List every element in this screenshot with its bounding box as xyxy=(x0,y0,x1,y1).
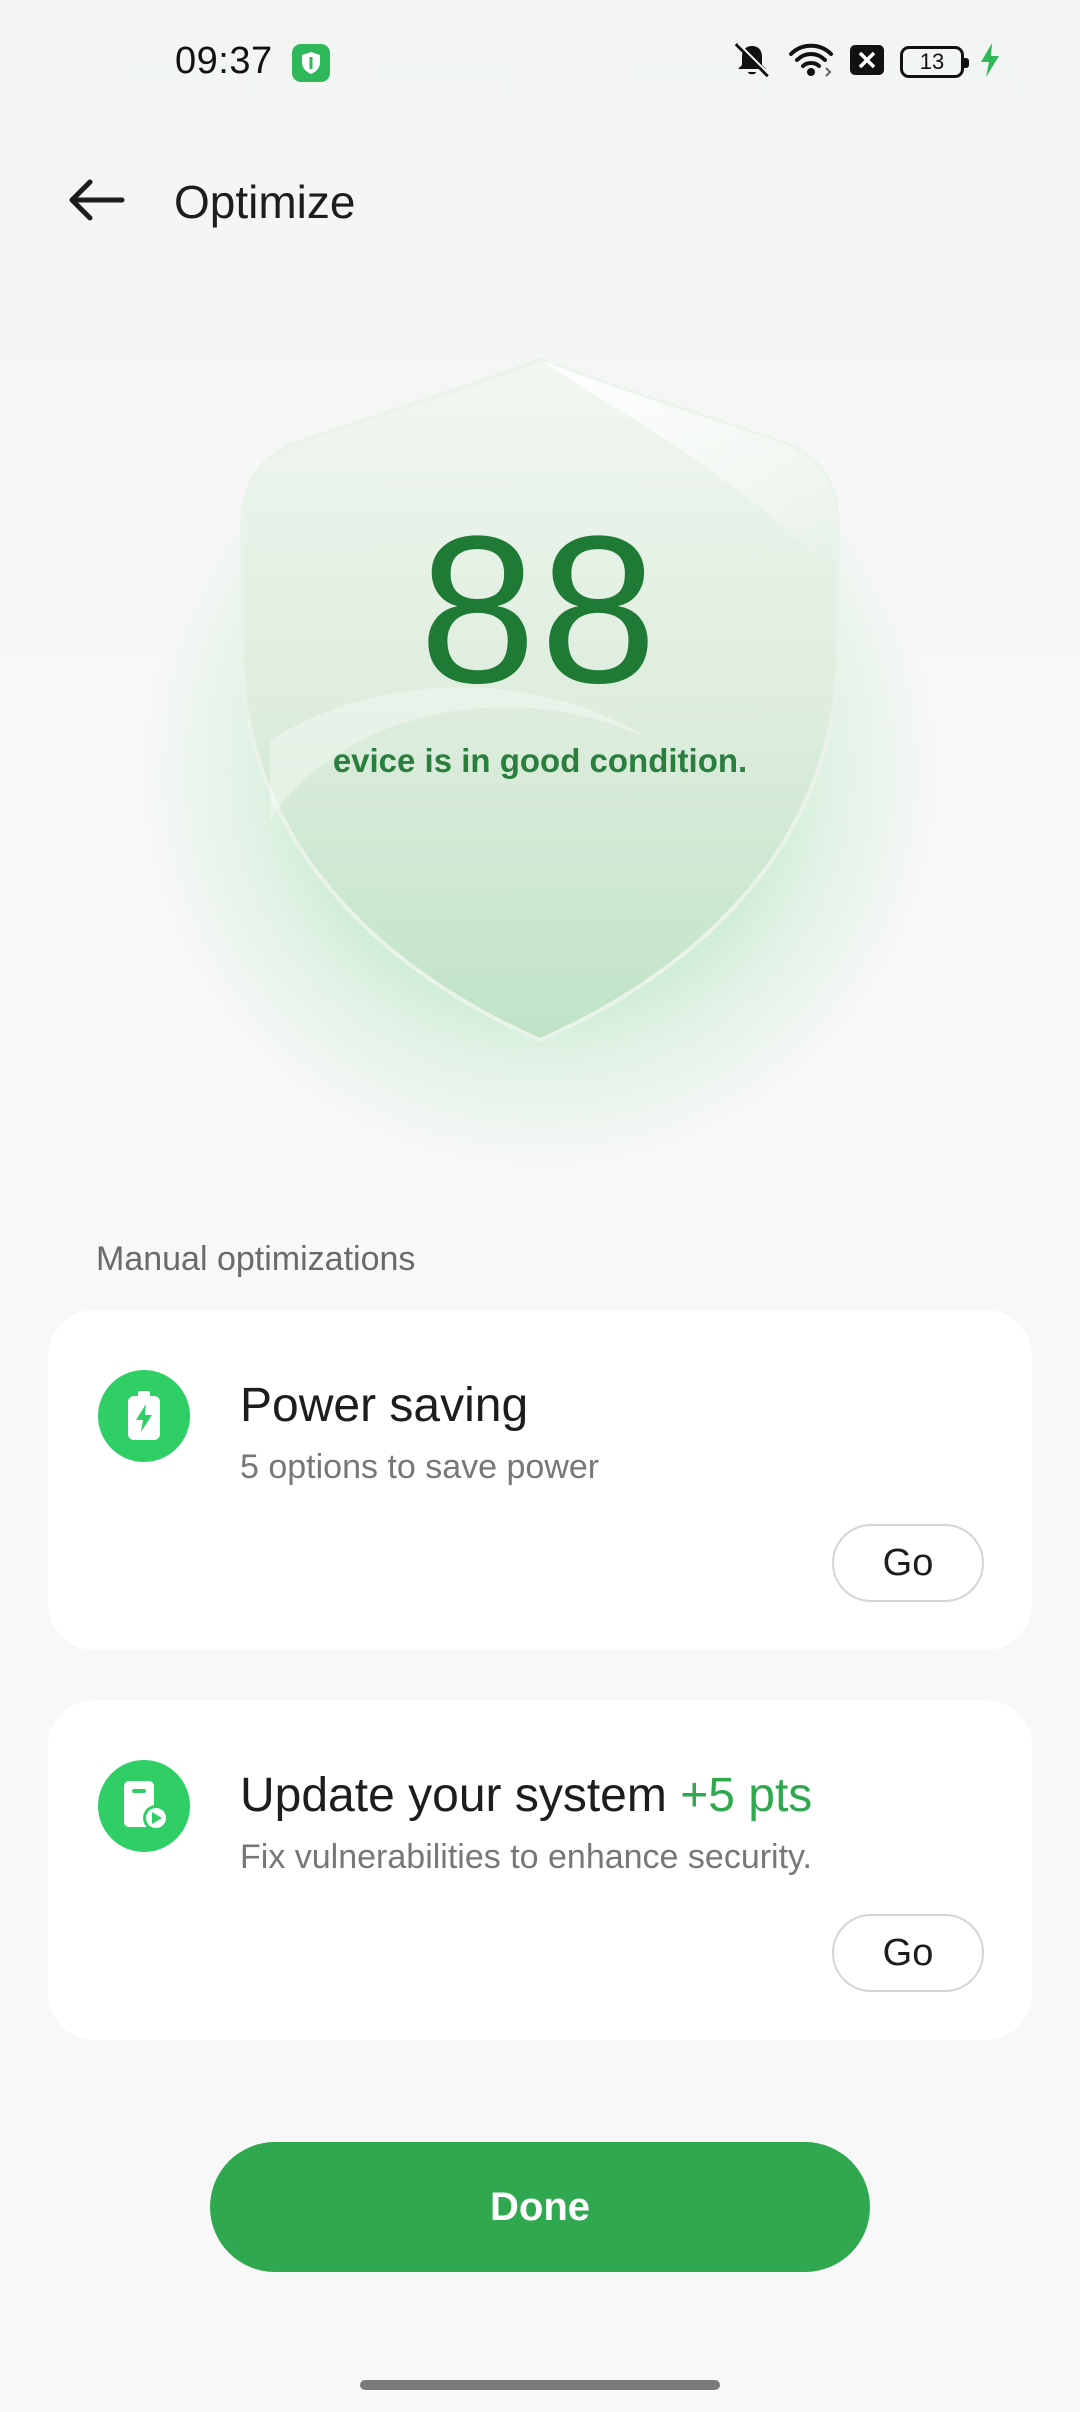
back-button[interactable] xyxy=(56,162,136,242)
status-time: 09:37 xyxy=(175,40,273,82)
mute-bell-icon xyxy=(730,40,774,85)
battery-level: 13 xyxy=(919,49,945,74)
points-badge: +5 pts xyxy=(680,1769,813,1822)
page-title: Optimize xyxy=(174,176,356,228)
battery-icon: 13 xyxy=(900,46,969,78)
section-label: Manual optimizations xyxy=(96,1240,416,1278)
home-indicator[interactable] xyxy=(360,2380,720,2390)
card-title-text: Update your system xyxy=(240,1769,667,1822)
arrow-left-icon xyxy=(66,178,126,227)
condition-text: evice is in good condition. xyxy=(332,742,748,779)
card-title: Power saving xyxy=(240,1379,529,1432)
card-title: Update your system +5 pts xyxy=(240,1768,812,1823)
status-bar: 09:37 13 xyxy=(0,0,1080,125)
security-app-icon xyxy=(292,44,330,82)
optimize-screen: 09:37 13 Optimize 88 evice is in good co… xyxy=(0,0,1080,2412)
update-system-card[interactable]: Update your system +5 pts Fix vulnerabil… xyxy=(48,1700,1032,2040)
health-score: 88 xyxy=(419,492,661,727)
power-saving-card[interactable]: Power saving 5 options to save power Go xyxy=(48,1310,1032,1650)
card-subtitle: Fix vulnerabilities to enhance security. xyxy=(240,1838,812,1876)
status-icons: 13 xyxy=(730,40,1002,85)
close-box-icon xyxy=(848,43,886,82)
charging-bolt-icon xyxy=(978,41,1002,84)
update-system-go-button[interactable]: Go xyxy=(832,1914,984,1992)
done-button[interactable]: Done xyxy=(210,2142,870,2272)
system-update-icon xyxy=(98,1760,190,1852)
card-subtitle: 5 options to save power xyxy=(240,1448,600,1486)
battery-charging-icon xyxy=(98,1370,190,1462)
health-score-hero: 88 evice is in good condition. xyxy=(0,280,1080,1180)
power-saving-go-button[interactable]: Go xyxy=(832,1524,984,1602)
wifi-icon xyxy=(788,40,834,85)
